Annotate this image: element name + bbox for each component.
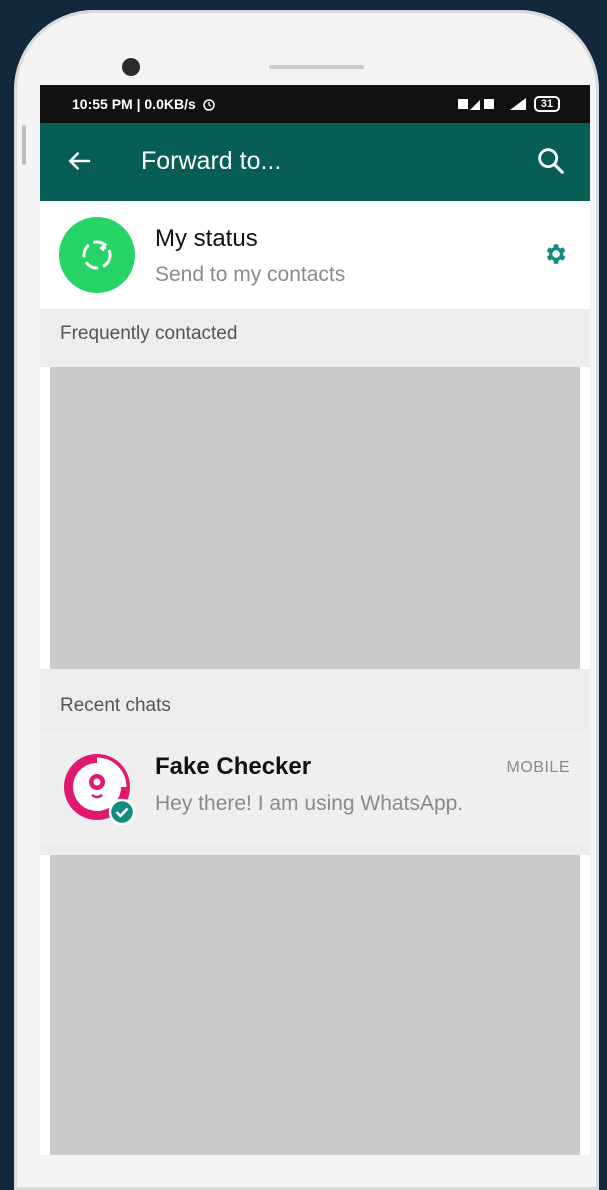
page-title: Forward to... <box>141 147 282 175</box>
section-spacer <box>40 359 590 367</box>
blurred-contacts-block <box>50 367 580 669</box>
chat-message: Hey there! I am using WhatsApp. <box>155 792 464 815</box>
section-header-recent: Recent chats <box>40 681 590 731</box>
my-status-row[interactable]: My status Send to my contacts <box>40 201 590 309</box>
add-status-icon <box>82 240 112 270</box>
chat-label: MOBILE <box>506 759 570 776</box>
earpiece-speaker <box>269 65 364 69</box>
alarm-icon <box>203 99 215 111</box>
signal-icon <box>509 98 526 110</box>
sim-signal-icon <box>457 99 494 110</box>
section-spacer <box>40 669 590 681</box>
system-status-bar: 10:55 PM | 0.0KB/s 31 <box>40 85 590 123</box>
status-title: My status <box>155 225 258 252</box>
back-arrow-icon[interactable] <box>64 146 94 176</box>
chat-name: Fake Checker <box>155 753 312 780</box>
status-subtitle: Send to my contacts <box>155 263 346 286</box>
search-icon[interactable] <box>534 144 568 178</box>
front-camera <box>122 58 140 76</box>
side-button <box>22 125 26 165</box>
battery-indicator: 31 <box>533 96 560 112</box>
status-time: 10:55 PM | 0.0KB/s <box>72 96 196 112</box>
fake-checker-logo-icon <box>64 754 136 826</box>
section-header-frequent: Frequently contacted <box>40 309 590 359</box>
status-avatar <box>59 217 135 293</box>
app-bar: Forward to... <box>40 123 590 201</box>
section-spacer <box>40 843 590 855</box>
chat-avatar <box>59 749 136 826</box>
gear-icon[interactable] <box>542 241 568 267</box>
phone-screen: 10:55 PM | 0.0KB/s 31 Forward to... My s… <box>40 85 590 1155</box>
blurred-chats-block <box>50 855 580 1155</box>
chat-row[interactable]: Fake Checker Hey there! I am using Whats… <box>40 731 590 843</box>
